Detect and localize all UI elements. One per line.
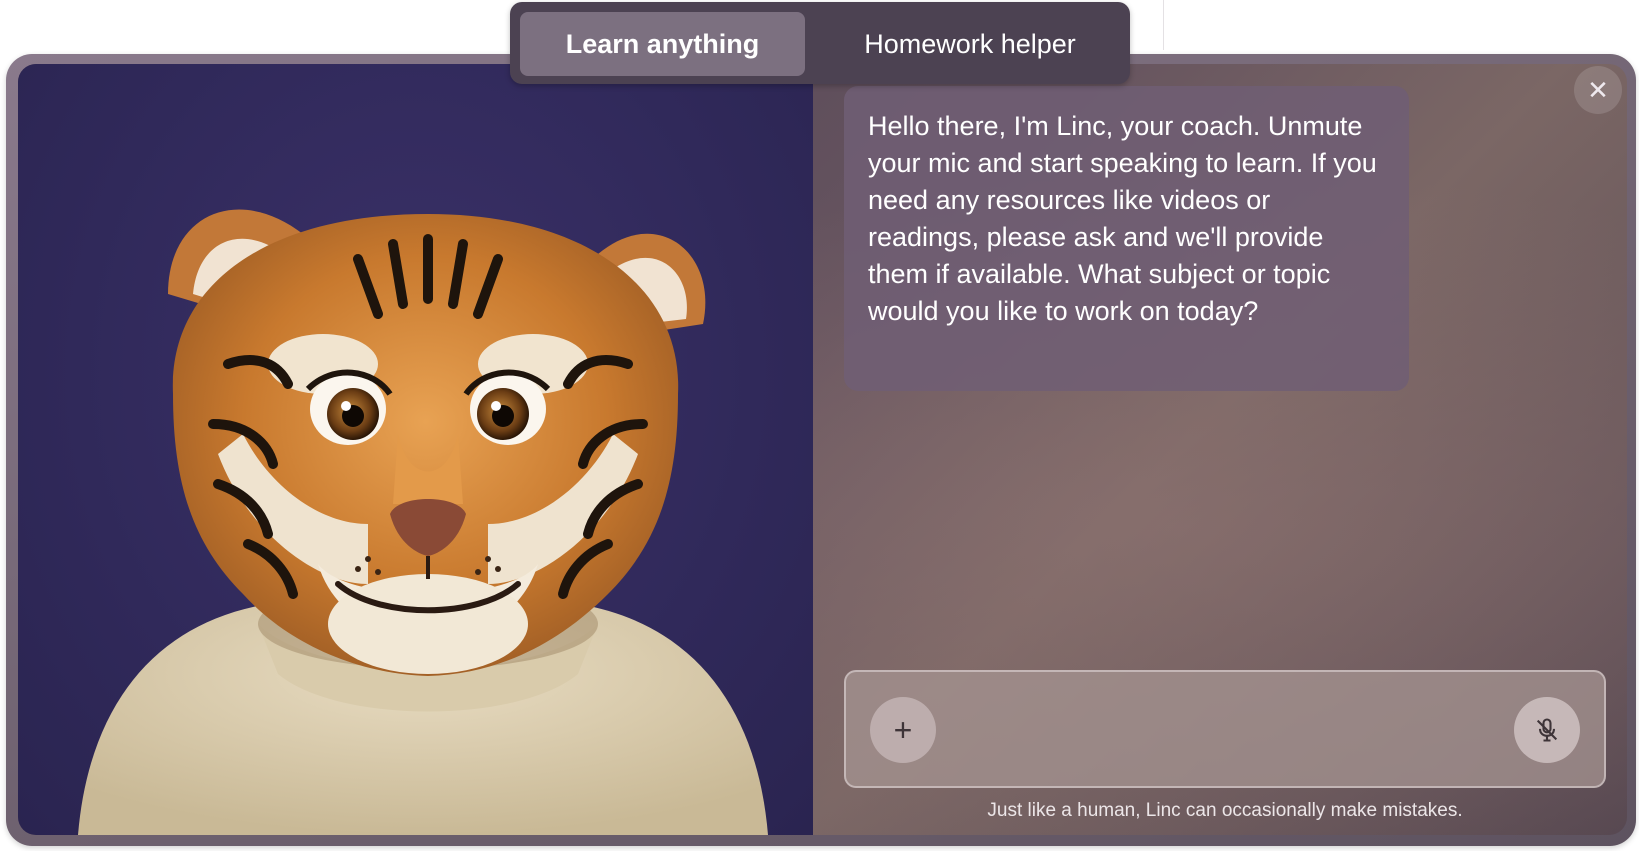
page: Learn anything Homework helper ✕ Hello t… bbox=[0, 0, 1639, 851]
coach-avatar bbox=[18, 64, 813, 835]
mode-tabs: Learn anything Homework helper bbox=[510, 2, 1130, 84]
tab-homework-helper[interactable]: Homework helper bbox=[820, 12, 1120, 76]
tab-learn-anything[interactable]: Learn anything bbox=[520, 12, 805, 76]
divider bbox=[1163, 0, 1164, 50]
coach-message-text: Hello there, I'm Linc, your coach. Unmut… bbox=[868, 111, 1377, 326]
close-icon[interactable]: ✕ bbox=[1574, 66, 1622, 114]
disclaimer-text: Just like a human, Linc can occasionally… bbox=[987, 800, 1463, 821]
chat-input-bar[interactable]: + bbox=[844, 670, 1606, 788]
tiger-avatar-image bbox=[78, 209, 768, 835]
mic-muted-icon[interactable] bbox=[1514, 697, 1580, 763]
plus-icon[interactable]: + bbox=[870, 697, 936, 763]
mic-muted-glyph bbox=[1536, 718, 1558, 742]
coach-message-bubble: Hello there, I'm Linc, your coach. Unmut… bbox=[844, 86, 1409, 391]
